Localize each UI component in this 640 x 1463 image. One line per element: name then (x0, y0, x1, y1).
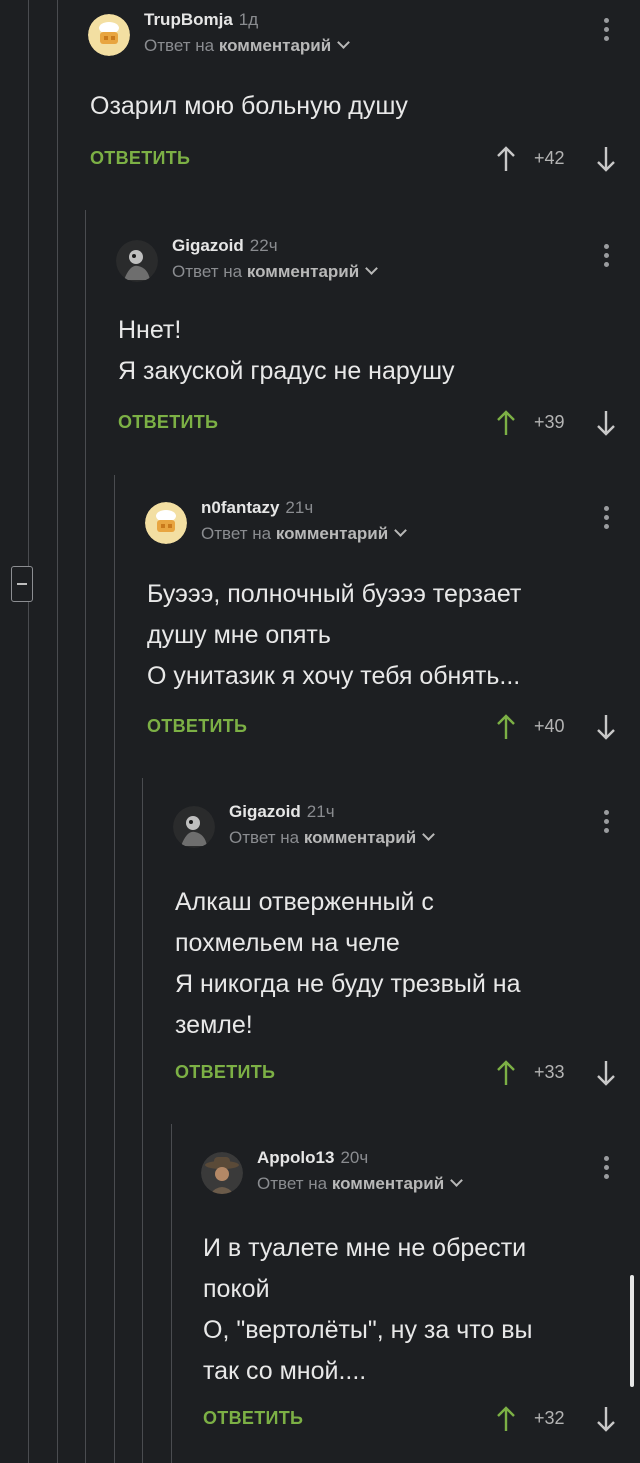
avatar[interactable] (173, 806, 215, 848)
downvote-icon[interactable] (596, 1406, 616, 1432)
vote-score: +33 (534, 1062, 565, 1082)
upvote-icon[interactable] (496, 714, 516, 740)
avatar[interactable] (145, 502, 187, 544)
thread-line (171, 1124, 172, 1463)
author-name[interactable]: Gigazoid 22ч (172, 236, 278, 256)
avatar[interactable] (88, 14, 130, 56)
comment: Gigazoid 22ч Ответ на комментарий Ннет! Я… (116, 236, 640, 440)
chevron-down-icon[interactable] (365, 262, 379, 275)
timestamp: 21ч (285, 498, 314, 517)
author-name[interactable]: Gigazoid 21ч (229, 802, 335, 822)
avatar[interactable] (201, 1152, 243, 1194)
comment: Appolo13 20ч Ответ на комментарий И в туа… (201, 1148, 640, 1442)
downvote-icon[interactable] (596, 410, 616, 436)
reply-to-link[interactable]: Ответ на комментарий (144, 36, 351, 56)
vote-controls: +33 (496, 1058, 616, 1088)
reply-button[interactable]: ОТВЕТИТЬ (90, 148, 190, 169)
reply-target[interactable]: комментарий (276, 524, 388, 543)
figure-icon (173, 806, 215, 848)
vote-controls: +42 (496, 144, 616, 174)
upvote-icon[interactable] (496, 410, 516, 436)
author-name[interactable]: n0fantazy 21ч (201, 498, 313, 518)
vote-score: +32 (534, 1408, 565, 1428)
comment: TrupBomja 1д Ответ на комментарий Озарил … (88, 10, 640, 184)
more-options-icon[interactable] (604, 18, 610, 44)
thread-line (142, 778, 143, 1463)
chevron-down-icon[interactable] (422, 828, 436, 841)
reply-to-link[interactable]: Ответ на комментарий (229, 828, 436, 848)
reply-prefix: Ответ на (229, 828, 300, 847)
reply-button[interactable]: ОТВЕТИТЬ (118, 412, 218, 433)
timestamp: 21ч (306, 802, 335, 821)
comment-text: Озарил мою больную душу (90, 92, 408, 120)
reply-target[interactable]: комментарий (332, 1174, 444, 1193)
chevron-down-icon[interactable] (450, 1174, 464, 1187)
chef-icon (145, 502, 187, 544)
reply-prefix: Ответ на (257, 1174, 328, 1193)
reply-to-link[interactable]: Ответ на комментарий (257, 1174, 464, 1194)
thread-line (28, 0, 29, 1463)
author-name-text[interactable]: n0fantazy (201, 498, 279, 517)
reply-target[interactable]: комментарий (304, 828, 416, 847)
comment: Gigazoid 21ч Ответ на комментарий Алкаш о… (173, 802, 640, 1096)
thread-line (85, 210, 86, 1463)
reply-target[interactable]: комментарий (219, 36, 331, 55)
comment-text: Буэээ, полночный буэээ терзает душу мне … (147, 580, 522, 690)
reply-to-link[interactable]: Ответ на комментарий (201, 524, 408, 544)
thread-line (57, 0, 58, 1463)
reply-prefix: Ответ на (144, 36, 215, 55)
more-options-icon[interactable] (604, 810, 610, 836)
author-name[interactable]: TrupBomja 1д (144, 10, 258, 30)
more-options-icon[interactable] (604, 244, 610, 270)
avatar[interactable] (116, 240, 158, 282)
reply-button[interactable]: ОТВЕТИТЬ (147, 716, 247, 737)
vote-score: +42 (534, 148, 565, 168)
reply-target[interactable]: комментарий (247, 262, 359, 281)
reply-button[interactable]: ОТВЕТИТЬ (203, 1408, 303, 1429)
author-name-text[interactable]: TrupBomja (144, 10, 233, 29)
chevron-down-icon[interactable] (337, 36, 351, 49)
reply-prefix: Ответ на (201, 524, 272, 543)
figure-icon (116, 240, 158, 282)
thread-line (114, 475, 115, 1463)
reply-prefix: Ответ на (172, 262, 243, 281)
downvote-icon[interactable] (596, 1060, 616, 1086)
author-name-text[interactable]: Appolo13 (257, 1148, 334, 1167)
comment-text: Алкаш отверженный с похмельем на челе Я … (175, 888, 521, 1039)
chef-icon (88, 14, 130, 56)
comment-text: Ннет! Я закуской градус не нарушу (118, 316, 455, 385)
vote-controls: +39 (496, 408, 616, 438)
more-options-icon[interactable] (604, 1156, 610, 1182)
upvote-icon[interactable] (496, 1060, 516, 1086)
more-options-icon[interactable] (604, 506, 610, 532)
timestamp: 1д (238, 10, 259, 29)
vote-score: +40 (534, 716, 565, 736)
vote-controls: +40 (496, 712, 616, 742)
vote-score: +39 (534, 412, 565, 432)
reply-button[interactable]: ОТВЕТИТЬ (175, 1062, 275, 1083)
timestamp: 22ч (249, 236, 278, 255)
downvote-icon[interactable] (596, 714, 616, 740)
timestamp: 20ч (340, 1148, 369, 1167)
author-name-text[interactable]: Gigazoid (229, 802, 301, 821)
comment: n0fantazy 21ч Ответ на комментарий Буэээ,… (145, 498, 640, 742)
downvote-icon[interactable] (596, 146, 616, 172)
scrollbar[interactable] (630, 1275, 634, 1387)
upvote-icon[interactable] (496, 1406, 516, 1432)
author-name[interactable]: Appolo13 20ч (257, 1148, 368, 1168)
upvote-icon[interactable] (496, 146, 516, 172)
vote-controls: +32 (496, 1404, 616, 1434)
cowboy-icon (201, 1152, 243, 1194)
comment-text: И в туалете мне не обрести покой О, "вер… (203, 1234, 533, 1385)
chevron-down-icon[interactable] (394, 524, 408, 537)
reply-to-link[interactable]: Ответ на комментарий (172, 262, 379, 282)
author-name-text[interactable]: Gigazoid (172, 236, 244, 255)
collapse-thread-button[interactable] (11, 566, 33, 602)
